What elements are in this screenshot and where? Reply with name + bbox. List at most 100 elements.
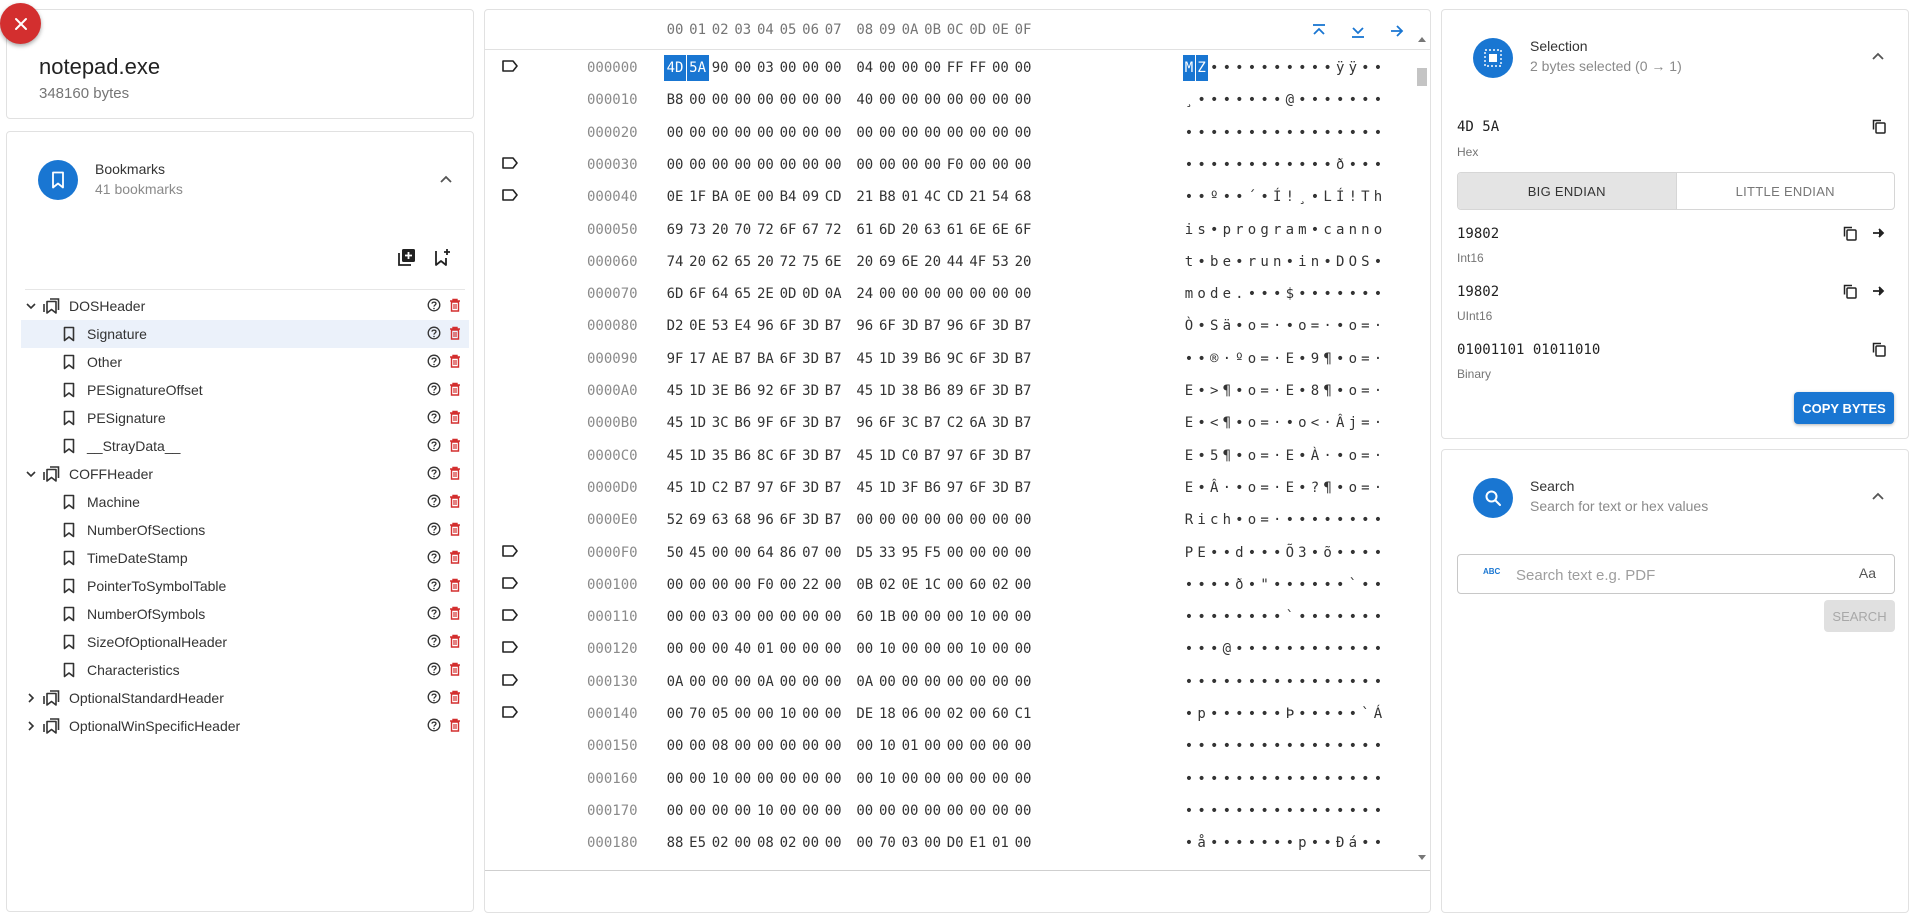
hex-byte[interactable]: 00 (732, 125, 754, 141)
hex-byte[interactable]: 00 (989, 674, 1011, 690)
hex-byte[interactable]: 2E (754, 286, 776, 302)
hex-byte[interactable]: 00 (800, 641, 822, 657)
ascii-char[interactable]: • (1359, 674, 1371, 690)
hex-byte[interactable]: 3D (800, 448, 822, 464)
hex-byte[interactable]: 86 (777, 545, 799, 561)
hex-byte[interactable]: 08 (754, 835, 776, 851)
ascii-char[interactable]: • (1233, 415, 1245, 431)
row-bookmark-marker[interactable] (502, 706, 518, 722)
ascii-char[interactable]: • (1334, 674, 1346, 690)
ascii-char[interactable]: • (1309, 835, 1321, 851)
ascii-char[interactable]: • (1208, 577, 1220, 593)
ascii-char[interactable]: • (1284, 125, 1296, 141)
hex-byte[interactable]: 10 (967, 641, 989, 657)
hex-byte[interactable]: 68 (1012, 189, 1034, 205)
hex-byte[interactable]: 00 (854, 641, 876, 657)
hex-byte[interactable]: 06 (899, 706, 921, 722)
ascii-char[interactable]: • (1296, 738, 1308, 754)
hex-byte[interactable]: B7 (1012, 448, 1034, 464)
hex-byte[interactable]: 10 (967, 609, 989, 625)
ascii-char[interactable]: • (1221, 803, 1233, 819)
hex-byte[interactable]: 40 (732, 641, 754, 657)
ascii-char[interactable]: • (1322, 92, 1334, 108)
ascii-char[interactable]: • (1221, 92, 1233, 108)
ascii-char[interactable]: • (1246, 641, 1258, 657)
hex-byte[interactable]: 00 (989, 803, 1011, 819)
hex-byte[interactable]: 96 (754, 512, 776, 528)
bookmark-info-button[interactable] (427, 690, 441, 707)
ascii-char[interactable]: O (1347, 254, 1359, 270)
ascii-char[interactable]: • (1322, 738, 1334, 754)
ascii-char[interactable]: • (1221, 125, 1233, 141)
ascii-char[interactable]: < (1309, 415, 1321, 431)
hex-byte[interactable]: 00 (709, 641, 731, 657)
ascii-char[interactable]: • (1246, 125, 1258, 141)
ascii-char[interactable]: · (1372, 351, 1384, 367)
little-endian-option[interactable]: LITTLE ENDIAN (1677, 173, 1895, 209)
ascii-char[interactable]: • (1322, 674, 1334, 690)
ascii-char[interactable]: • (1259, 92, 1271, 108)
hex-byte[interactable]: 3D (800, 351, 822, 367)
ascii-char[interactable]: • (1322, 803, 1334, 819)
ascii-char[interactable]: • (1259, 835, 1271, 851)
ascii-char[interactable]: E (1183, 448, 1195, 464)
ascii-char[interactable]: c (1208, 512, 1220, 528)
hex-byte[interactable]: 00 (664, 738, 686, 754)
hex-byte[interactable]: 00 (664, 803, 686, 819)
ascii-char[interactable]: P (1183, 545, 1195, 561)
ascii-char[interactable]: • (1359, 641, 1371, 657)
hex-byte[interactable]: 64 (754, 545, 776, 561)
ascii-char[interactable]: = (1259, 318, 1271, 334)
ascii-char[interactable]: • (1334, 480, 1346, 496)
hex-byte[interactable]: 6F (967, 383, 989, 399)
expand-toggle-expanded[interactable] (21, 468, 41, 480)
ascii-char[interactable]: • (1196, 92, 1208, 108)
bookmark-row[interactable]: NumberOfSymbols (21, 600, 469, 628)
hex-byte[interactable]: 4F (967, 254, 989, 270)
ascii-char[interactable]: • (1233, 771, 1245, 787)
hex-byte[interactable]: B6 (732, 383, 754, 399)
ascii-char[interactable]: • (1372, 641, 1384, 657)
ascii-char[interactable]: • (1183, 835, 1195, 851)
ascii-char[interactable]: • (1259, 286, 1271, 302)
hex-byte[interactable]: D0 (944, 835, 966, 851)
ascii-char[interactable]: • (1183, 674, 1195, 690)
ascii-char[interactable]: • (1183, 189, 1195, 205)
ascii-char[interactable]: • (1347, 157, 1359, 173)
hex-byte[interactable]: 20 (1012, 254, 1034, 270)
hex-byte[interactable]: 00 (899, 286, 921, 302)
ascii-char[interactable]: · (1271, 318, 1283, 334)
bookmark-delete-button[interactable] (449, 522, 461, 539)
hex-byte[interactable]: 02 (876, 577, 898, 593)
row-bookmark-marker[interactable] (502, 189, 518, 205)
ascii-char[interactable]: L (1322, 189, 1334, 205)
hex-byte[interactable]: 03 (709, 609, 731, 625)
bookmark-row[interactable]: PESignatureOffset (21, 376, 469, 404)
ascii-char[interactable]: • (1183, 125, 1195, 141)
ascii-char[interactable]: • (1296, 448, 1308, 464)
bookmark-delete-button[interactable] (449, 550, 461, 567)
hex-byte[interactable]: 00 (854, 512, 876, 528)
ascii-char[interactable]: o (1347, 318, 1359, 334)
hex-byte[interactable]: 03 (754, 60, 776, 76)
ascii-char[interactable]: • (1372, 803, 1384, 819)
bookmark-info-button[interactable] (427, 522, 441, 539)
ascii-char[interactable]: • (1196, 254, 1208, 270)
ascii-char[interactable]: ¶ (1322, 351, 1334, 367)
ascii-char[interactable]: M (1183, 55, 1195, 81)
ascii-char[interactable]: • (1233, 92, 1245, 108)
ascii-char[interactable]: • (1221, 674, 1233, 690)
hex-byte[interactable]: 00 (664, 641, 686, 657)
hex-byte[interactable]: 21 (967, 189, 989, 205)
hex-byte[interactable]: 00 (989, 545, 1011, 561)
hex-byte[interactable]: 3D (989, 480, 1011, 496)
hex-byte[interactable]: 6E (822, 254, 844, 270)
ascii-char[interactable]: • (1183, 771, 1195, 787)
hex-byte[interactable]: B7 (1012, 480, 1034, 496)
ascii-char[interactable]: • (1334, 641, 1346, 657)
ascii-char[interactable]: E (1284, 351, 1296, 367)
hex-byte[interactable]: CD (822, 189, 844, 205)
hex-byte[interactable]: 00 (664, 157, 686, 173)
ascii-char[interactable]: Þ (1284, 706, 1296, 722)
hex-byte[interactable]: 9C (944, 351, 966, 367)
